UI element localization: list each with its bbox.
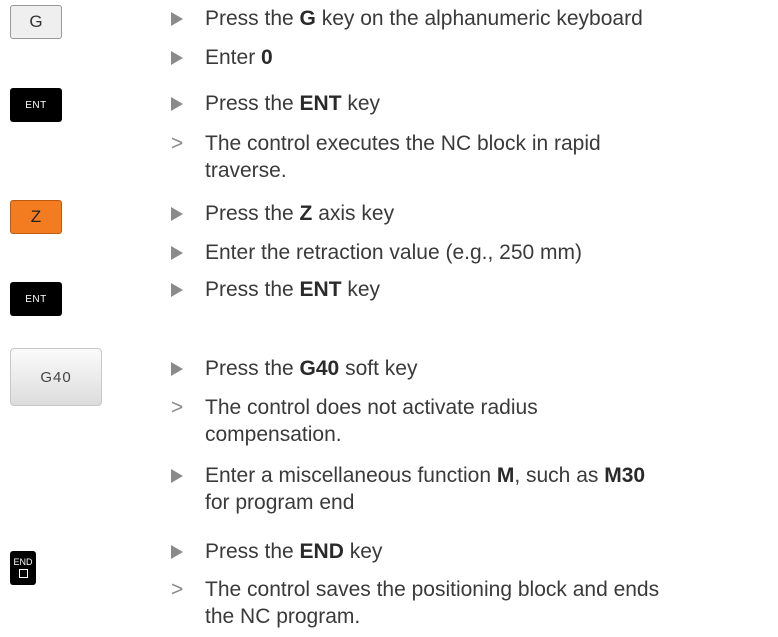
- z-axis-key: Z: [10, 200, 62, 234]
- arrow-right-icon: [171, 200, 189, 228]
- step-enter-m-function: Enter a miscellaneous function M, such a…: [171, 462, 771, 516]
- result-rapid-traverse: > The control executes the NC block in r…: [171, 132, 601, 182]
- arrow-right-icon: [171, 239, 189, 267]
- arrow-right-icon: [171, 538, 189, 566]
- arrow-right-icon: [171, 462, 189, 490]
- result-saves-block: > The control saves the positioning bloc…: [171, 578, 660, 628]
- step-enter-0: Enter 0: [171, 44, 771, 71]
- step-press-ent: Press the ENT key: [171, 90, 771, 117]
- arrow-right-icon: [171, 90, 189, 118]
- step-press-g40: Press the G40 soft key: [171, 355, 771, 382]
- step-press-g: Press the G key on the alphanumeric keyb…: [171, 5, 771, 32]
- step-press-end: Press the END key: [171, 538, 771, 565]
- ent-key-label: ENT: [25, 293, 47, 305]
- square-icon: [18, 569, 28, 578]
- end-key-label: END: [13, 557, 33, 567]
- arrow-right-icon: [171, 355, 189, 383]
- arrow-right-icon: [171, 44, 189, 72]
- g40-soft-key-label: G40: [40, 368, 72, 386]
- step-press-z: Press the Z axis key: [171, 200, 771, 227]
- result-marker: >: [171, 396, 184, 419]
- ent-key: ENT: [10, 88, 62, 122]
- result-marker: >: [171, 132, 184, 155]
- end-key: END: [10, 551, 36, 585]
- arrow-right-icon: [171, 276, 189, 304]
- step-press-ent-2: Press the ENT key: [171, 276, 771, 303]
- result-marker: >: [171, 578, 184, 601]
- g-key: G: [10, 5, 62, 39]
- g40-soft-key: G40: [10, 348, 102, 406]
- step-enter-retraction: Enter the retraction value (e.g., 250 mm…: [171, 239, 771, 266]
- result-no-radius-comp: > The control does not activate radius co…: [171, 396, 538, 446]
- z-key-label: Z: [30, 207, 42, 226]
- arrow-right-icon: [171, 5, 189, 33]
- ent-key-2: ENT: [10, 282, 62, 316]
- ent-key-label: ENT: [25, 99, 47, 111]
- g-key-label: G: [29, 12, 43, 31]
